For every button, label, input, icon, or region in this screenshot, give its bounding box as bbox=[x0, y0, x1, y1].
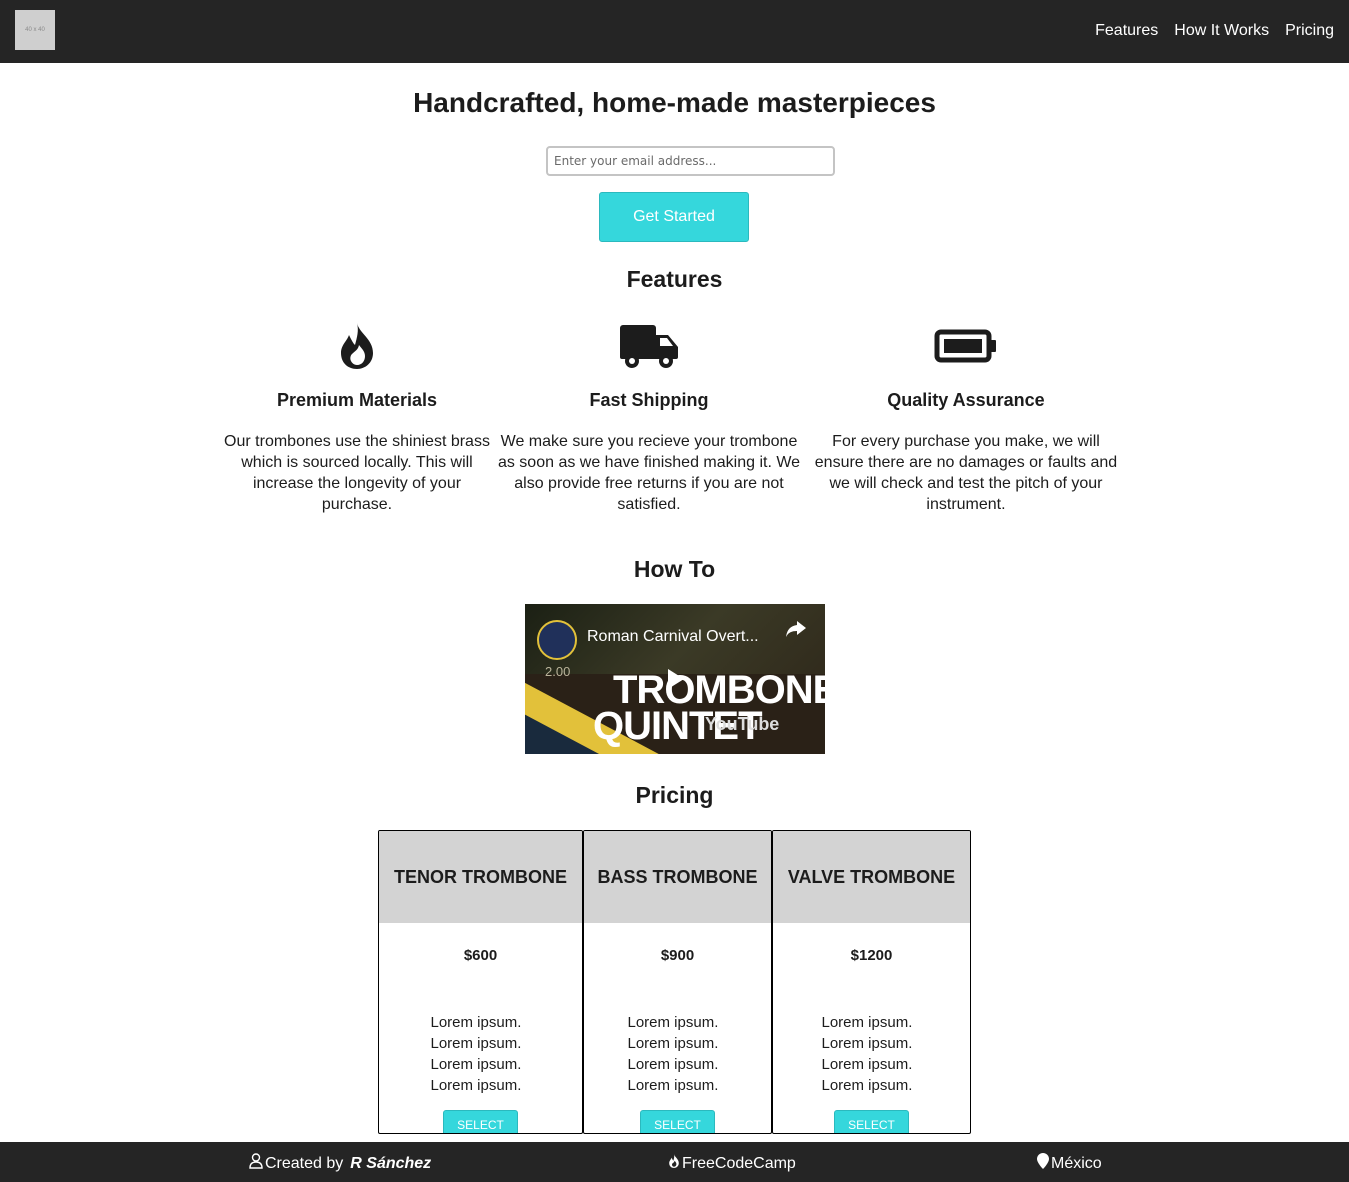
plan-feature: Lorem ipsum. bbox=[821, 1014, 913, 1031]
plan-feature: Lorem ipsum. bbox=[430, 1056, 522, 1073]
site-footer: Created by R Sánchez FreeCodeCamp México bbox=[0, 1142, 1349, 1182]
plan-price: $900 bbox=[660, 947, 695, 964]
footer-location: México bbox=[1037, 1153, 1102, 1174]
feature-title: Quality Assurance bbox=[887, 390, 1045, 410]
feature-fast-shipping: Fast Shipping We make sure you recieve y… bbox=[490, 318, 808, 515]
plan-feature: Lorem ipsum. bbox=[430, 1077, 522, 1094]
get-started-button[interactable]: Get Started bbox=[599, 192, 749, 242]
plan-name: Bass Trombone bbox=[584, 831, 771, 923]
feature-text: For every purchase you make, we will ens… bbox=[814, 433, 1118, 513]
feature-text: Our trombones use the shiniest brass whi… bbox=[224, 433, 490, 513]
email-input[interactable] bbox=[546, 146, 835, 176]
pricing-card-tenor: Tenor Trombone $600 Lorem ipsum. Lorem i… bbox=[378, 830, 583, 1134]
youtube-logo[interactable]: YouTube bbox=[705, 714, 779, 735]
pricing-title: Pricing bbox=[635, 782, 714, 808]
select-button[interactable]: SELECT bbox=[640, 1110, 715, 1133]
pricing-card-bass: Bass Trombone $900 Lorem ipsum. Lorem ip… bbox=[583, 830, 772, 1134]
features-title: Features bbox=[626, 266, 723, 292]
feature-premium-materials: Premium Materials Our trombones use the … bbox=[224, 318, 490, 515]
battery-icon bbox=[808, 318, 1124, 374]
plan-price: $600 bbox=[463, 947, 498, 964]
video-number: 2.00 bbox=[545, 664, 571, 679]
fire-icon bbox=[224, 318, 490, 374]
pricing-card-valve: Valve Trombone $1200 Lorem ipsum. Lorem … bbox=[772, 830, 971, 1134]
truck-icon bbox=[490, 318, 808, 374]
logo[interactable]: 40 x 40 bbox=[15, 10, 55, 50]
footer-credit: Created by R Sánchez bbox=[249, 1153, 431, 1174]
site-header: 40 x 40 Features How It Works Pricing bbox=[0, 0, 1349, 63]
feature-title: Premium Materials bbox=[276, 390, 438, 410]
footer-fcc[interactable]: FreeCodeCamp bbox=[668, 1153, 796, 1174]
select-button[interactable]: SELECT bbox=[834, 1110, 909, 1133]
video-title[interactable]: Roman Carnival Overt... bbox=[587, 628, 759, 646]
plan-name: Tenor Trombone bbox=[379, 831, 582, 923]
plan-feature: Lorem ipsum. bbox=[821, 1056, 913, 1073]
plan-feature: Lorem ipsum. bbox=[430, 1014, 522, 1031]
feature-title: Fast Shipping bbox=[589, 390, 709, 410]
plan-features: Lorem ipsum. Lorem ipsum. Lorem ipsum. L… bbox=[628, 1012, 728, 1096]
footer-created-by: Created by bbox=[265, 1154, 344, 1172]
select-button[interactable]: SELECT bbox=[443, 1110, 518, 1133]
share-icon[interactable] bbox=[785, 620, 807, 643]
plan-price: $1200 bbox=[850, 947, 893, 964]
play-icon[interactable] bbox=[658, 665, 692, 693]
plan-feature: Lorem ipsum. bbox=[627, 1014, 719, 1031]
channel-avatar[interactable] bbox=[537, 620, 577, 660]
plan-features: Lorem ipsum. Lorem ipsum. Lorem ipsum. L… bbox=[431, 1012, 531, 1096]
plan-features: Lorem ipsum. Lorem ipsum. Lorem ipsum. L… bbox=[822, 1012, 922, 1096]
video-player[interactable]: Roman Carnival Overt... 2.00 TROMBONE QU… bbox=[525, 604, 825, 754]
nav-link-how-it-works[interactable]: How It Works bbox=[1174, 22, 1269, 40]
plan-feature: Lorem ipsum. bbox=[430, 1035, 522, 1052]
how-to-title: How To bbox=[633, 556, 716, 582]
plan-feature: Lorem ipsum. bbox=[627, 1035, 719, 1052]
hero-title: Handcrafted, home-made masterpieces bbox=[413, 87, 936, 118]
plan-feature: Lorem ipsum. bbox=[627, 1077, 719, 1094]
plan-feature: Lorem ipsum. bbox=[821, 1077, 913, 1094]
nav-link-pricing[interactable]: Pricing bbox=[1285, 22, 1334, 40]
nav-link-features[interactable]: Features bbox=[1095, 22, 1158, 40]
footer-fcc-label[interactable]: FreeCodeCamp bbox=[682, 1155, 796, 1173]
plan-feature: Lorem ipsum. bbox=[821, 1035, 913, 1052]
map-marker-icon bbox=[1037, 1153, 1049, 1174]
feature-text: We make sure you recieve your trombone a… bbox=[497, 433, 801, 513]
fire-icon bbox=[668, 1153, 680, 1174]
user-icon bbox=[249, 1153, 263, 1174]
feature-quality-assurance: Quality Assurance For every purchase you… bbox=[808, 318, 1124, 515]
nav-bar: Features How It Works Pricing bbox=[1095, 22, 1334, 40]
plan-name: Valve Trombone bbox=[773, 831, 970, 923]
plan-feature: Lorem ipsum. bbox=[627, 1056, 719, 1073]
footer-author: R Sánchez bbox=[350, 1154, 432, 1172]
footer-location-label: México bbox=[1051, 1154, 1102, 1172]
